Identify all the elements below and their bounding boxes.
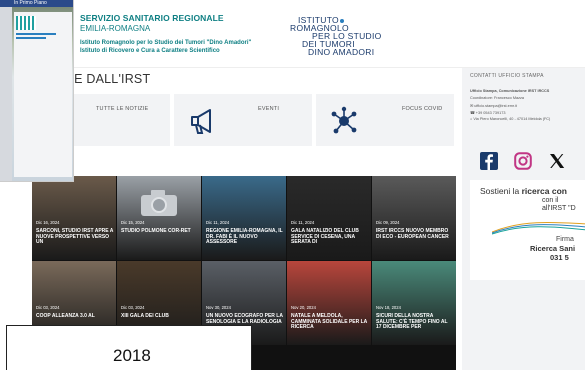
thumbnail-sidebar xyxy=(0,7,12,181)
contact-phone-text: +39 0543 739173 xyxy=(475,111,506,115)
news-date: Dic 11, 2024 xyxy=(291,220,315,225)
news-date: Nov 20, 2024 xyxy=(291,305,316,310)
thumbnail-window[interactable]: In Primo Piano xyxy=(0,0,74,182)
news-tile[interactable]: Dic 11, 2024 REGIONE EMILIA-ROMAGNA, IL … xyxy=(202,176,286,260)
news-date: Dic 09, 2024 xyxy=(376,220,400,225)
page: In Primo Piano SERVIZIO SANITARIO REGION… xyxy=(0,0,585,370)
promo-line: 031 5 xyxy=(550,253,569,262)
x-icon[interactable] xyxy=(548,152,566,170)
news-tile[interactable]: Dic 11, 2024 GALA NATALIZIO DEL CLUB SER… xyxy=(287,176,371,260)
org-subtitle: EMILIA-ROMAGNA xyxy=(80,24,151,33)
news-caption: XIII GALA DEI CLUB xyxy=(121,313,169,319)
thumbnail-title-bar: In Primo Piano xyxy=(0,0,73,7)
news-tile[interactable]: Nov 20, 2024 NATALE A MELDOLA, CAMMINATA… xyxy=(287,261,371,345)
contact-email[interactable]: ✉ ufficio.stampa@irst.emr.it xyxy=(470,103,517,108)
promo-text: Sostieni la xyxy=(480,186,522,196)
virus-icon xyxy=(331,106,357,134)
promo-line: all'IRST "D xyxy=(542,205,576,212)
contact-email-text: ufficio.stampa@irst.emr.it xyxy=(474,104,517,108)
news-tile[interactable]: Dic 15, 2024 STUDIO POLMONE COR-RET xyxy=(117,176,201,260)
news-caption: NATALE A MELDOLA, CAMMINATA SOLIDALE PER… xyxy=(291,313,368,331)
year-label: 2018 xyxy=(6,325,252,370)
news-caption: STUDIO POLMONE COR-RET xyxy=(121,228,191,234)
news-tile[interactable]: Dic 09, 2024 IRST IRCCS NUOVO MEMBRO DI … xyxy=(372,176,456,260)
year-text: 2018 xyxy=(113,346,151,365)
news-caption: REGIONE EMILIA-ROMAGNA, IL DR. FABI È IL… xyxy=(206,228,283,246)
thumbnail-title: In Primo Piano xyxy=(14,0,47,6)
news-caption: UN NUOVO ECOGRAFO PER LA SENOLOGIA E LA … xyxy=(206,313,283,325)
quick-link-label: TUTTE LE NOTIZIE xyxy=(96,106,149,112)
promo-line: Ricerca Sani xyxy=(530,244,576,253)
news-caption: IRST IRCCS NUOVO MEMBRO DI ECO - EUROPEA… xyxy=(376,228,449,240)
news-caption: SICURI DELLA NOSTRA SALUTE: C'È TEMPO FI… xyxy=(376,313,448,331)
logo-line: DINO AMADORI xyxy=(308,47,375,57)
quick-link-label: FOCUS COVID xyxy=(402,106,443,112)
news-date: Nov 30, 2024 xyxy=(206,305,231,310)
contact-address-text: Via Piero Maroncelli, 40 - 47014 Meldola… xyxy=(473,117,551,121)
promo-line: Firma xyxy=(556,236,574,243)
contact-line: Coordinatore: Francesco Mazza xyxy=(470,96,525,100)
institute-name: Istituto Romagnolo per lo Studio dei Tum… xyxy=(80,40,252,46)
thumbnail-logo xyxy=(16,16,36,30)
donation-banner[interactable]: Sostieni la ricerca con con il all'IRST … xyxy=(470,180,585,280)
org-title: SERVIZIO SANITARIO REGIONALE xyxy=(80,13,224,23)
quick-link-focus-covid[interactable]: FOCUS COVID xyxy=(316,94,454,146)
camera-icon xyxy=(141,190,177,216)
news-date: Dic 15, 2024 xyxy=(121,220,145,225)
news-caption: GALA NATALIZIO DEL CLUB SERVICE DI CESEN… xyxy=(291,228,359,246)
decorative-lines-icon xyxy=(492,221,585,235)
news-caption: COOP ALLEANZA 3.0 AL xyxy=(36,313,95,319)
promo-line: Sostieni la ricerca con xyxy=(480,186,567,196)
news-date: Dic 11, 2024 xyxy=(206,220,230,225)
news-date: Dic 03, 2024 xyxy=(36,305,60,310)
thumbnail-text-line xyxy=(16,37,46,39)
contact-title: CONTATTI UFFICIO STAMPA xyxy=(470,73,544,79)
news-date: Dic 16, 2024 xyxy=(36,220,60,225)
promo-line: con il xyxy=(542,197,559,204)
contact-address: ⌂ Via Piero Maroncelli, 40 - 47014 Meldo… xyxy=(470,117,550,121)
megaphone-icon xyxy=(191,109,211,134)
thumbnail-text-line xyxy=(16,33,56,35)
news-date: Nov 18, 2024 xyxy=(376,305,401,310)
contact-line: Ufficio Stampa, Comunicazione IRST IRCCS xyxy=(470,89,550,93)
quick-link-events[interactable]: EVENTI xyxy=(174,94,312,146)
contact-phone[interactable]: ☎ +39 0543 739173 xyxy=(470,110,505,115)
quick-link-label: EVENTI xyxy=(258,106,280,112)
news-tile[interactable]: Nov 18, 2024 SICURI DELLA NOSTRA SALUTE:… xyxy=(372,261,456,345)
institute-description: Istituto di Ricovero e Cura a Carattere … xyxy=(80,48,220,54)
irst-logo[interactable]: ISTITUTO ROMAGNOLO PER LO STUDIO DEI TUM… xyxy=(290,16,382,57)
promo-text-bold: ricerca con xyxy=(521,186,567,196)
site-header: SERVIZIO SANITARIO REGIONALE EMILIA-ROMA… xyxy=(0,0,585,68)
news-tile[interactable]: Dic 16, 2024 SARCONI, STUDIO IRST APRE A… xyxy=(32,176,116,260)
facebook-icon[interactable] xyxy=(480,152,498,170)
instagram-icon[interactable] xyxy=(514,152,532,170)
news-date: Dic 03, 2024 xyxy=(121,305,145,310)
news-caption: SARCONI, STUDIO IRST APRE A NUOVE PROSPE… xyxy=(36,228,114,246)
